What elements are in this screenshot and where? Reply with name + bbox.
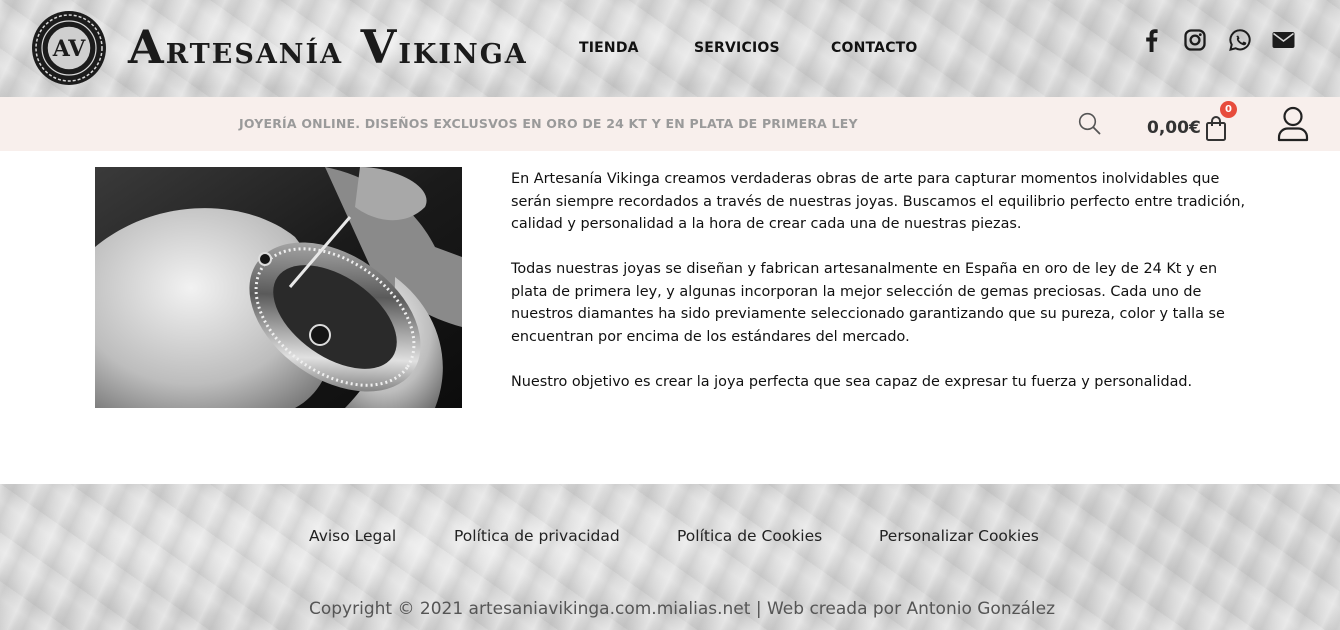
about-paragraph: Nuestro objetivo es crear la joya perfec… (511, 373, 1193, 390)
footer-link-cookies[interactable]: Política de Cookies (677, 527, 822, 545)
search-icon[interactable] (1077, 111, 1103, 137)
brand-wordmark[interactable]: ARTESANÍA VIKINGA (128, 20, 528, 74)
nav-item-contacto[interactable]: CONTACTO (831, 40, 918, 56)
about-paragraph: En Artesanía Vikinga creamos verdaderas … (511, 171, 1246, 232)
about-text: En Artesanía Vikinga creamos verdaderas … (511, 168, 1256, 416)
user-account-icon[interactable] (1276, 106, 1310, 142)
emblem-letters: AV (52, 36, 86, 62)
artisan-hands-photo (95, 167, 462, 408)
site-footer: Aviso Legal Política de privacidad Polít… (0, 484, 1340, 630)
promo-bar: JOYERÍA ONLINE. DISEÑOS EXCLUSVOS EN ORO… (0, 97, 1340, 151)
logo-emblem[interactable]: AV (30, 9, 108, 87)
about-paragraph: Todas nuestras joyas se diseñan y fabric… (511, 261, 1225, 345)
site-header: AV ARTESANÍA VIKINGA TIENDA SERVICIOS CO… (0, 0, 1340, 97)
nav-item-tienda[interactable]: TIENDA (579, 40, 639, 56)
nav-item-servicios[interactable]: SERVICIOS (694, 40, 780, 56)
brand-word: VIKINGA (360, 20, 528, 74)
promo-text: JOYERÍA ONLINE. DISEÑOS EXCLUSVOS EN ORO… (239, 116, 858, 131)
copyright-text: Copyright © 2021 artesaniavikinga.com.mi… (309, 599, 1056, 619)
instagram-icon[interactable] (1184, 28, 1206, 52)
cart-count-badge: 0 (1220, 101, 1237, 118)
shopping-bag-icon[interactable] (1204, 114, 1228, 142)
cart-total[interactable]: 0,00€ (1147, 118, 1201, 138)
footer-link-personalizar-cookies[interactable]: Personalizar Cookies (879, 527, 1039, 545)
footer-link-aviso-legal[interactable]: Aviso Legal (309, 527, 396, 545)
facebook-icon[interactable] (1141, 28, 1161, 52)
footer-link-privacidad[interactable]: Política de privacidad (454, 527, 620, 545)
envelope-icon[interactable] (1272, 28, 1295, 52)
brand-word: ARTESANÍA (128, 20, 344, 74)
whatsapp-icon[interactable] (1229, 28, 1251, 52)
